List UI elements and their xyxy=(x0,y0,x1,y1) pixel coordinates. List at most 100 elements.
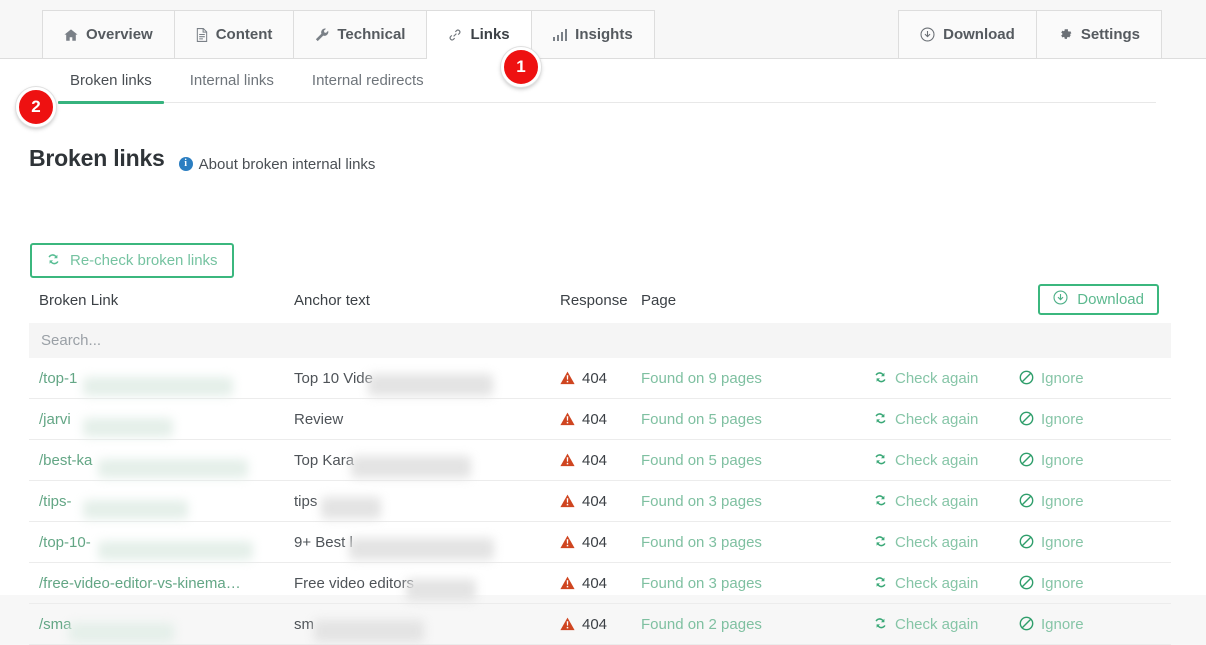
tab-insights-label: Insights xyxy=(575,26,633,43)
about-broken-links-link[interactable]: i About broken internal links xyxy=(178,155,376,173)
check-again-label: Check again xyxy=(895,533,979,551)
broken-link-url[interactable]: /top-1 xyxy=(39,370,77,387)
main-tab-strip-right: Download Settings xyxy=(898,10,1162,59)
response-code: 404 xyxy=(582,369,608,387)
column-header-broken-link: Broken Link xyxy=(39,292,119,309)
check-again-button[interactable]: Check again xyxy=(873,411,978,428)
check-again-label: Check again xyxy=(895,410,979,428)
check-again-button[interactable]: Check again xyxy=(873,493,978,510)
redaction-block xyxy=(406,578,476,601)
refresh-icon xyxy=(873,412,888,427)
found-on-pages-link[interactable]: Found on 9 pages xyxy=(641,370,762,387)
refresh-icon xyxy=(873,371,888,386)
recheck-broken-links-button[interactable]: Re-check broken links xyxy=(30,243,234,278)
warning-triangle-icon xyxy=(560,371,575,385)
redaction-block xyxy=(349,537,494,560)
check-again-button[interactable]: Check again xyxy=(873,575,978,592)
anchor-text-value: tips xyxy=(294,492,318,510)
tab-download-label: Download xyxy=(943,26,1015,43)
subtab-internal-redirects[interactable]: Internal redirects xyxy=(300,72,436,102)
ignore-label: Ignore xyxy=(1041,492,1084,510)
ignore-button[interactable]: Ignore xyxy=(1019,452,1084,469)
home-icon xyxy=(64,28,78,42)
column-header-anchor-text: Anchor text xyxy=(294,292,370,309)
warning-triangle-icon xyxy=(560,576,575,590)
table-search-row[interactable] xyxy=(29,323,1171,358)
download-table-button[interactable]: Download xyxy=(1038,284,1159,315)
sub-tab-bar: Broken links Internal links Internal red… xyxy=(58,72,1156,104)
broken-link-url[interactable]: /tips- xyxy=(39,493,72,510)
tab-overview[interactable]: Overview xyxy=(42,10,174,59)
tab-content[interactable]: Content xyxy=(173,10,294,59)
found-on-pages-link[interactable]: Found on 3 pages xyxy=(641,534,762,551)
ignore-button[interactable]: Ignore xyxy=(1019,575,1084,592)
broken-link-url[interactable]: /jarvi xyxy=(39,411,71,428)
download-circle-icon xyxy=(1053,290,1068,309)
ignore-button[interactable]: Ignore xyxy=(1019,616,1084,633)
broken-link-url[interactable]: /free-video-editor-vs-kinema… xyxy=(39,575,241,592)
check-again-button[interactable]: Check again xyxy=(873,370,978,387)
ignore-label: Ignore xyxy=(1041,410,1084,428)
response-code: 404 xyxy=(582,615,608,633)
anchor-text-value: 9+ Best l xyxy=(294,533,353,551)
table-row: /free-video-editor-vs-kinema… Free video … xyxy=(29,563,1171,604)
ignore-button[interactable]: Ignore xyxy=(1019,411,1084,428)
ignore-button[interactable]: Ignore xyxy=(1019,370,1084,387)
subtab-broken-links[interactable]: Broken links xyxy=(58,72,164,104)
warning-triangle-icon xyxy=(560,412,575,426)
table-row: /sma sm 404 Found on 2 pages Check again Igno… xyxy=(29,604,1171,645)
subtab-internal-redirects-label: Internal redirects xyxy=(311,72,424,89)
tab-technical-label: Technical xyxy=(337,26,406,43)
ignore-label: Ignore xyxy=(1041,451,1084,469)
bar-chart-icon xyxy=(552,28,568,41)
download-table-label: Download xyxy=(1077,291,1144,308)
no-entry-icon xyxy=(1019,493,1034,510)
check-again-button[interactable]: Check again xyxy=(873,534,978,551)
check-again-button[interactable]: Check again xyxy=(873,452,978,469)
found-on-pages-link[interactable]: Found on 3 pages xyxy=(641,575,762,592)
warning-triangle-icon xyxy=(560,617,575,631)
redaction-block xyxy=(98,540,254,560)
main-tab-strip: Overview Content Technical Links Insight xyxy=(42,10,655,59)
tab-insights[interactable]: Insights xyxy=(530,10,655,59)
tab-settings-label: Settings xyxy=(1080,26,1140,43)
subtab-internal-links-label: Internal links xyxy=(189,72,274,89)
about-broken-links-label: About broken internal links xyxy=(198,155,376,173)
tab-technical[interactable]: Technical xyxy=(293,10,427,59)
redaction-block xyxy=(68,622,174,642)
response-status: 404 xyxy=(560,493,607,510)
download-circle-icon xyxy=(920,27,935,42)
tab-overview-label: Overview xyxy=(86,26,153,43)
check-again-button[interactable]: Check again xyxy=(873,616,978,633)
broken-link-url[interactable]: /top-10- xyxy=(39,534,91,551)
ignore-label: Ignore xyxy=(1041,533,1084,551)
found-on-pages-link[interactable]: Found on 5 pages xyxy=(641,411,762,428)
check-again-label: Check again xyxy=(895,574,979,592)
response-status: 404 xyxy=(560,452,607,469)
broken-link-url[interactable]: /best-ka xyxy=(39,452,92,469)
tab-download[interactable]: Download xyxy=(898,10,1036,59)
tab-links-label: Links xyxy=(470,26,510,43)
broken-links-table: Broken Link Anchor text Response Page Do… xyxy=(29,284,1171,645)
table-row: /top-1 Top 10 Vide 404 Found on 9 pages Chec… xyxy=(29,358,1171,399)
tab-settings[interactable]: Settings xyxy=(1035,10,1162,59)
anchor-text-value: Top Kara xyxy=(294,451,355,469)
found-on-pages-link[interactable]: Found on 5 pages xyxy=(641,452,762,469)
found-on-pages-link[interactable]: Found on 3 pages xyxy=(641,493,762,510)
subtab-broken-links-label: Broken links xyxy=(70,72,152,89)
redaction-block xyxy=(83,499,189,519)
ignore-button[interactable]: Ignore xyxy=(1019,493,1084,510)
found-on-pages-link[interactable]: Found on 2 pages xyxy=(641,616,762,633)
refresh-icon xyxy=(873,453,888,468)
subtab-internal-links[interactable]: Internal links xyxy=(178,72,286,102)
column-header-response: Response xyxy=(560,292,628,309)
page-heading-row: Broken links i About broken internal lin… xyxy=(29,145,375,173)
check-again-label: Check again xyxy=(895,369,979,387)
broken-link-url[interactable]: /sma xyxy=(39,616,72,633)
anchor-text-value: Review xyxy=(294,410,344,428)
ignore-button[interactable]: Ignore xyxy=(1019,534,1084,551)
response-code: 404 xyxy=(582,492,608,510)
redaction-block xyxy=(321,496,381,519)
ignore-label: Ignore xyxy=(1041,574,1084,592)
search-input[interactable] xyxy=(39,323,489,358)
